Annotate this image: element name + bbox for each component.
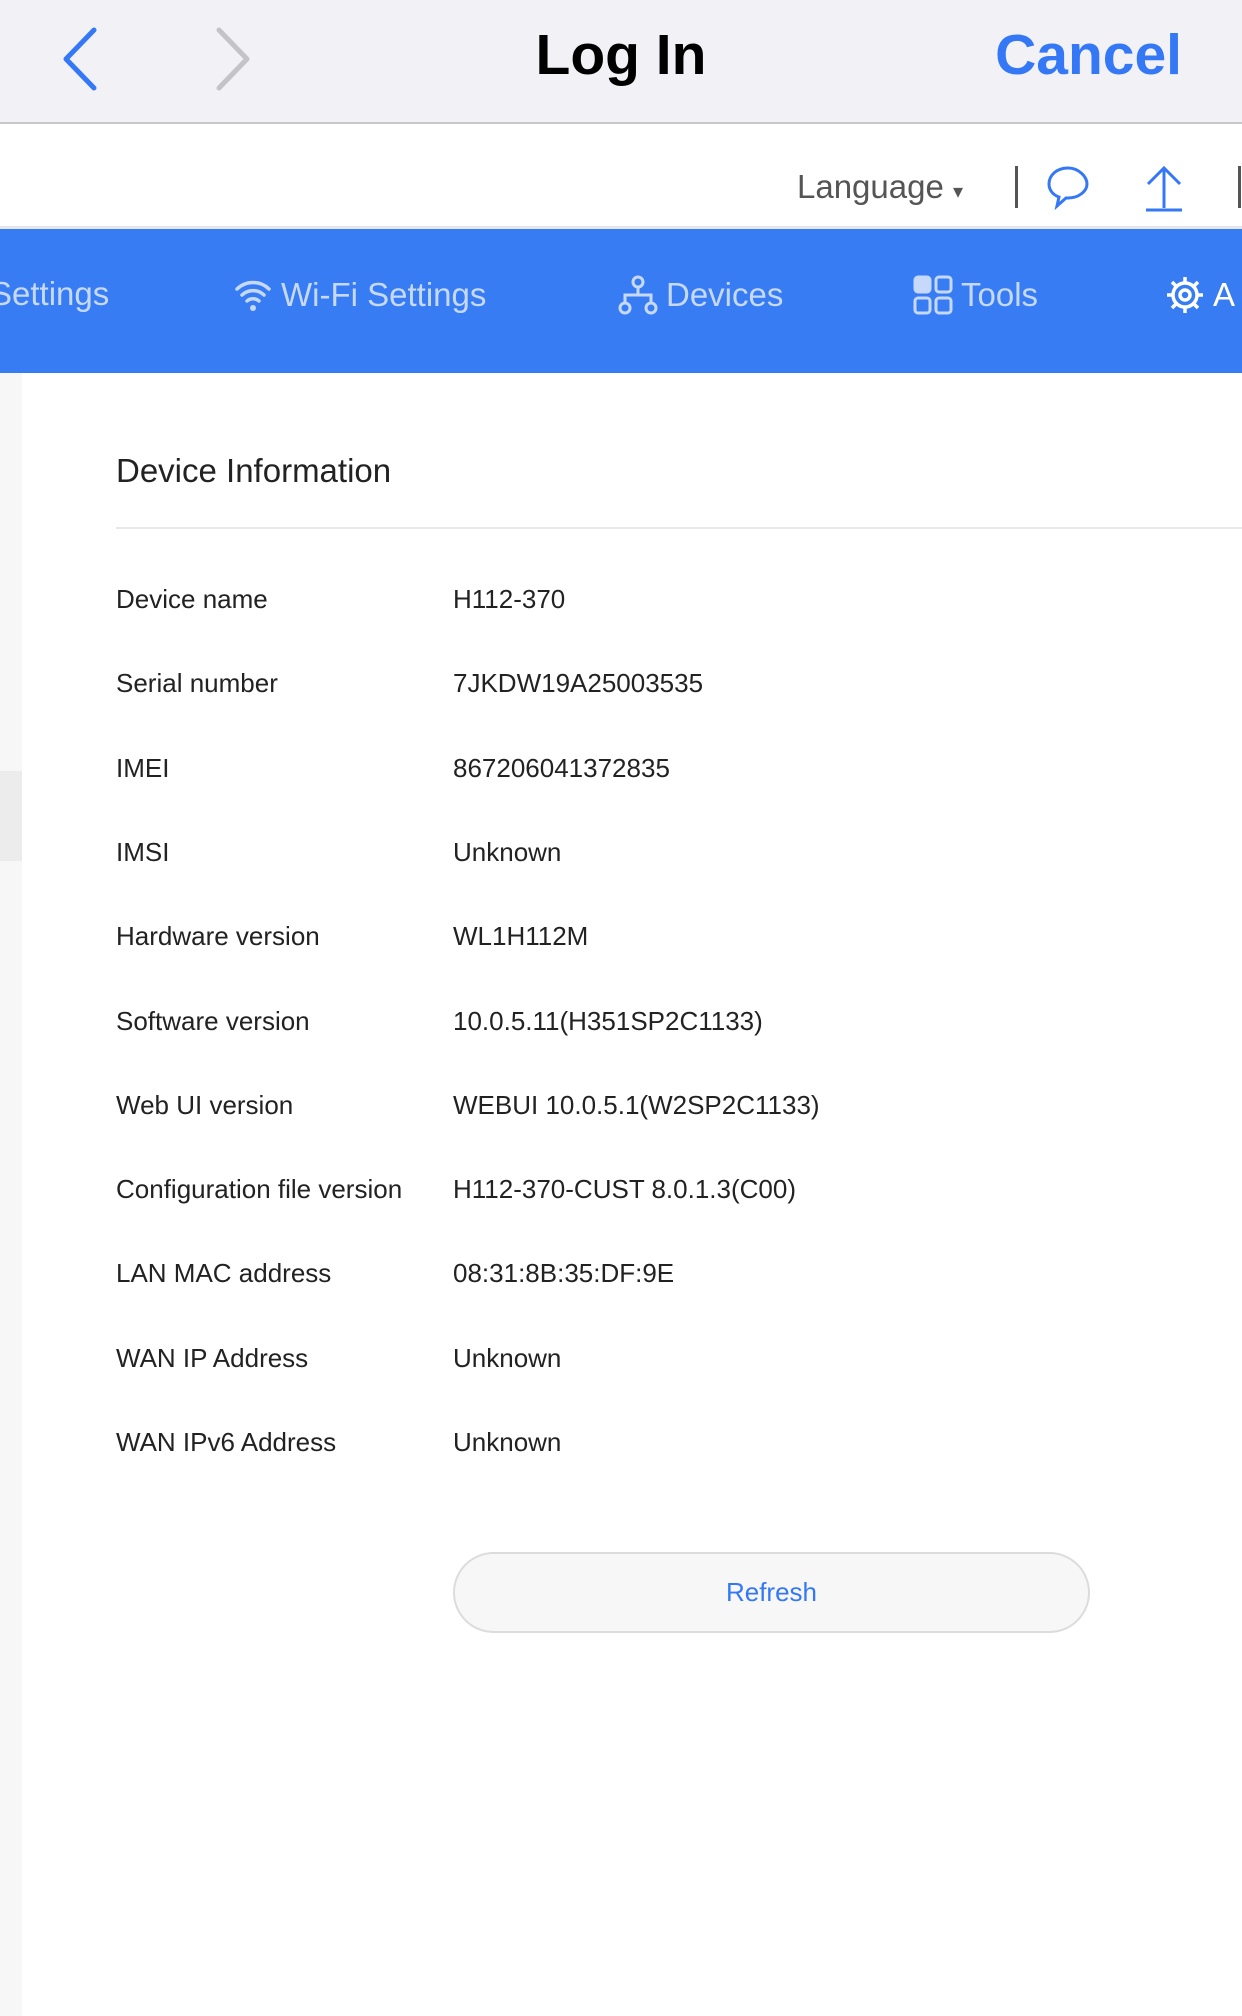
- info-row: Configuration file version H112-370-CUST …: [116, 1174, 796, 1205]
- info-row: Hardware version WL1H112M: [116, 921, 588, 952]
- info-row: Device name H112-370: [116, 584, 565, 615]
- upload-arrow-icon[interactable]: [1140, 164, 1188, 212]
- info-value: H112-370-CUST 8.0.1.3(C00): [453, 1174, 796, 1205]
- tab-advanced[interactable]: A: [1165, 275, 1235, 315]
- info-row: IMSI Unknown: [116, 837, 561, 868]
- info-label: Software version: [116, 1005, 310, 1036]
- info-label: LAN MAC address: [116, 1258, 332, 1289]
- tab-wifi-settings[interactable]: Wi-Fi Settings: [233, 275, 486, 315]
- language-label: Language: [797, 168, 944, 205]
- info-label: IMSI: [116, 836, 170, 867]
- info-value: 08:31:8B:35:DF:9E: [453, 1258, 675, 1289]
- caret-down-icon: ▾: [953, 181, 964, 203]
- cancel-button[interactable]: Cancel: [995, 22, 1182, 88]
- tab-label: A: [1213, 276, 1236, 313]
- section-title: Device Information: [116, 452, 392, 489]
- info-row: Software version 10.0.5.11(H351SP2C1133): [116, 1006, 763, 1037]
- language-dropdown[interactable]: Language ▾: [797, 168, 963, 206]
- tab-tools[interactable]: Tools: [913, 275, 1038, 315]
- wifi-icon: [235, 280, 271, 311]
- tab-settings[interactable]: Settings: [0, 275, 109, 313]
- info-value: Unknown: [453, 1342, 562, 1373]
- info-value: 10.0.5.11(H351SP2C1133): [453, 1005, 763, 1036]
- tab-label: Settings: [0, 275, 110, 312]
- tab-devices[interactable]: Devices: [618, 275, 783, 315]
- tab-label: Tools: [961, 276, 1039, 313]
- info-label: Serial number: [116, 668, 278, 699]
- info-value: Unknown: [453, 836, 562, 867]
- divider: [116, 527, 1242, 529]
- grid-icon: [913, 275, 953, 315]
- divider: [1238, 166, 1241, 208]
- browser-nav-bar: Log In Cancel: [0, 0, 1242, 124]
- chat-bubble-icon[interactable]: [1045, 164, 1091, 210]
- info-label: Configuration file version: [116, 1174, 403, 1205]
- divider: [1015, 166, 1018, 208]
- info-value: H112-370: [453, 584, 566, 614]
- info-label: Web UI version: [116, 1089, 294, 1120]
- header-toolbar: Language ▾: [0, 124, 1242, 229]
- info-row: WAN IPv6 Address Unknown: [116, 1427, 561, 1458]
- info-label: WAN IPv6 Address: [116, 1427, 337, 1457]
- info-label: Device name: [116, 584, 268, 614]
- info-value: WL1H112M: [453, 921, 589, 952]
- refresh-button[interactable]: Refresh: [453, 1552, 1090, 1633]
- info-row: Serial number 7JKDW19A25003535: [116, 668, 703, 699]
- info-value: 7JKDW19A25003535: [453, 668, 704, 699]
- main-tabs: Settings Wi-Fi Settings Devices Tools A: [0, 229, 1242, 373]
- info-value: 867206041372835: [453, 752, 670, 783]
- tab-label: Wi-Fi Settings: [281, 276, 487, 313]
- network-icon: [618, 275, 658, 315]
- info-row: LAN MAC address 08:31:8B:35:DF:9E: [116, 1258, 674, 1289]
- info-label: Hardware version: [116, 921, 320, 952]
- sidebar: [0, 373, 22, 2016]
- info-row: Web UI version WEBUI 10.0.5.1(W2SP2C1133): [116, 1090, 820, 1121]
- tab-label: Devices: [666, 276, 784, 313]
- info-label: WAN IP Address: [116, 1342, 309, 1373]
- sidebar-item[interactable]: [0, 771, 22, 861]
- info-row: WAN IP Address Unknown: [116, 1343, 561, 1374]
- info-row: IMEI 867206041372835: [116, 753, 670, 784]
- gear-icon: [1167, 277, 1203, 313]
- info-value: Unknown: [453, 1427, 562, 1457]
- info-value: WEBUI 10.0.5.1(W2SP2C1133): [453, 1089, 820, 1120]
- info-label: IMEI: [116, 752, 170, 783]
